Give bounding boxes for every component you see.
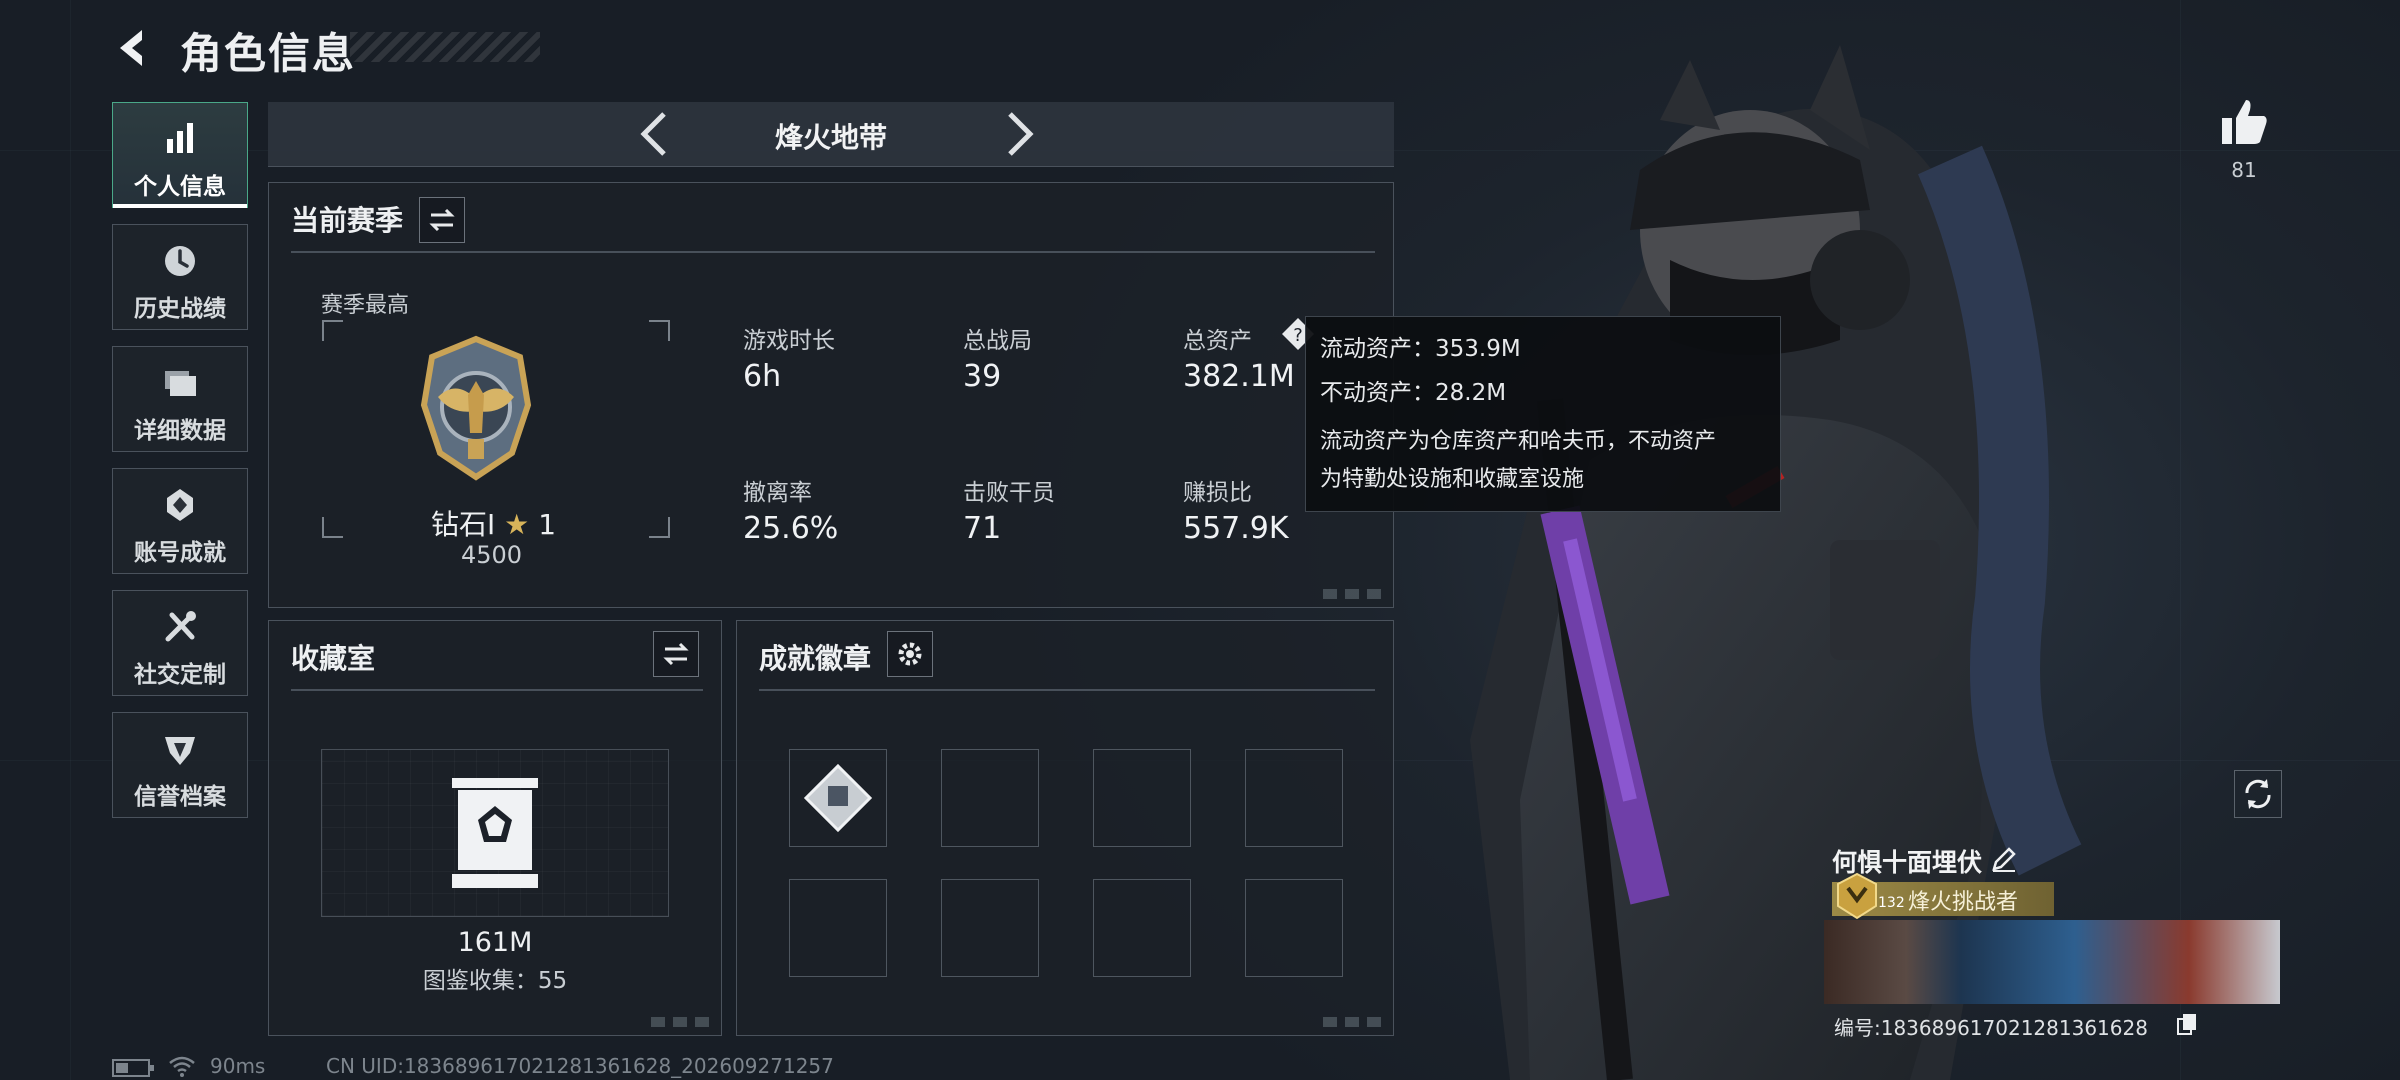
swap-collection-button[interactable]: [653, 631, 699, 677]
copy-icon[interactable]: [2176, 1012, 2198, 1036]
svg-text:?: ?: [1293, 325, 1303, 346]
badge-slot[interactable]: [941, 879, 1039, 977]
sidebar-item-label: 个人信息: [134, 174, 226, 200]
corner-decoration: [1323, 1017, 1381, 1027]
tools-icon: [165, 611, 196, 642]
player-title-tag: 烽火挑战者: [1908, 890, 2019, 915]
collection-showcase[interactable]: [321, 749, 669, 917]
like-count: 81: [2231, 158, 2257, 182]
badge-settings-button[interactable]: [887, 631, 933, 677]
badge-slot[interactable]: [1245, 749, 1343, 847]
corner-decoration: [651, 1017, 709, 1027]
stat-label-extract-rate: 撤离率: [743, 480, 812, 506]
badges-title: 成就徽章: [759, 642, 872, 675]
rank-stars: 1: [538, 508, 557, 541]
bg-grid-line: [2180, 0, 2181, 1080]
badge-slot[interactable]: [941, 749, 1039, 847]
ping-text: 90ms: [210, 1054, 266, 1078]
sidebar-item-label: 详细数据: [134, 418, 226, 444]
battery-icon: [112, 1059, 154, 1077]
swap-icon: [663, 642, 689, 666]
divider: [291, 251, 1375, 253]
player-id: 编号:183689617021281361628: [1834, 1016, 2148, 1040]
stat-value-playtime: 6h: [743, 359, 782, 394]
sidebar-item-label: 社交定制: [134, 662, 226, 688]
swap-icon: [429, 208, 455, 232]
season-title: 当前赛季: [291, 204, 404, 237]
stat-label-kills: 击败干员: [963, 480, 1055, 506]
collection-title: 收藏室: [291, 642, 376, 675]
season-best-label: 赛季最高: [321, 293, 410, 318]
sidebar-item-label: 账号成就: [134, 540, 226, 566]
corner-decoration: [1323, 589, 1381, 599]
badge-slot[interactable]: [1093, 749, 1191, 847]
catalog-count: 图鉴收集：55: [422, 968, 568, 994]
rank-name: 钻石Ⅰ: [431, 508, 496, 541]
sidebar-item-label: 历史战绩: [134, 296, 226, 322]
sidebar-item-history[interactable]: 历史战绩: [112, 224, 248, 330]
stat-label-matches: 总战局: [963, 328, 1032, 354]
title-decoration: [350, 32, 540, 62]
star-icon: ★: [504, 508, 530, 541]
gear-icon: [898, 642, 922, 666]
collection-value: 161M: [457, 927, 533, 958]
uid-text: CN UID:183689617021281361628_20260927125…: [326, 1054, 834, 1078]
sidebar-item-social[interactable]: 社交定制: [112, 590, 248, 696]
tooltip-desc-line2: 为特勤处设施和收藏室设施: [1320, 467, 1585, 492]
tooltip-fixed-assets: 不动资产：28.2M: [1320, 380, 1507, 406]
badge-slot[interactable]: [1245, 879, 1343, 977]
display-case-icon: [452, 778, 538, 888]
rotate-view-button[interactable]: [2234, 770, 2282, 818]
refresh-icon: [2245, 779, 2271, 809]
stat-value-profit-ratio: 557.9K: [1183, 511, 1289, 546]
folder-icon: [165, 371, 196, 396]
sidebar-item-credit[interactable]: 信誉档案: [112, 712, 248, 818]
stat-value-total-assets: 382.1M: [1183, 359, 1295, 394]
chevron-right-icon[interactable]: [994, 108, 1044, 160]
achievement-icon: [167, 489, 193, 521]
player-level: 132: [1878, 895, 1905, 911]
back-arrow-icon[interactable]: [112, 26, 156, 70]
stat-label-total-assets: 总资产: [1183, 328, 1252, 354]
badge-slot[interactable]: [1093, 879, 1191, 977]
tooltip-desc-line1: 流动资产为仓库资产和哈夫币，不动资产: [1320, 429, 1717, 454]
stat-value-extract-rate: 25.6%: [743, 511, 839, 546]
mode-title: 烽火地带: [774, 121, 887, 154]
mode-selector: 烽火地带: [268, 102, 1394, 167]
tooltip-liquid-assets: 流动资产：353.9M: [1320, 336, 1521, 362]
collection-panel: 收藏室 161M 图鉴收集：55: [268, 620, 722, 1036]
stat-label-playtime: 游戏时长: [743, 328, 835, 354]
season-panel: 当前赛季 赛季最高 钻石Ⅰ ★ 1 4500 游戏时长 6h 总战局 39 总资…: [268, 182, 1394, 608]
page-title: 角色信息: [180, 29, 357, 78]
swap-season-button[interactable]: [419, 197, 465, 243]
credit-shield-icon: [165, 737, 195, 765]
rank-points: 4500: [461, 541, 523, 569]
sidebar-item-personal-info[interactable]: 个人信息: [112, 102, 248, 208]
badges-panel: 成就徽章: [736, 620, 1394, 1036]
bg-grid-line: [70, 0, 71, 1080]
edit-pencil-icon[interactable]: [1990, 845, 2018, 873]
player-banner-image: [1824, 920, 2280, 1004]
bar-chart-icon: [167, 123, 193, 153]
assets-tooltip: 流动资产：353.9M 不动资产：28.2M 流动资产为仓库资产和哈夫币，不动资…: [1305, 316, 1781, 512]
thumbs-up-icon[interactable]: [2218, 96, 2270, 148]
sidebar-item-achievements[interactable]: 账号成就: [112, 468, 248, 574]
sidebar-item-detailed-data[interactable]: 详细数据: [112, 346, 248, 452]
stat-value-kills: 71: [963, 511, 1002, 546]
badge-slot[interactable]: [789, 749, 887, 847]
stat-label-profit-ratio: 赚损比: [1183, 480, 1252, 506]
diamond-rank-medal-icon: [420, 335, 532, 481]
wifi-icon: [169, 1056, 195, 1077]
divider: [291, 689, 703, 691]
badge-icon: [803, 763, 873, 833]
sidebar-item-label: 信誉档案: [134, 784, 226, 810]
history-clock-icon: [165, 246, 195, 276]
badge-slot[interactable]: [789, 879, 887, 977]
stat-value-matches: 39: [963, 359, 1002, 394]
rank-name-row: 钻石Ⅰ ★ 1: [431, 503, 556, 543]
divider: [759, 689, 1375, 691]
level-emblem-icon: [1837, 872, 1877, 920]
